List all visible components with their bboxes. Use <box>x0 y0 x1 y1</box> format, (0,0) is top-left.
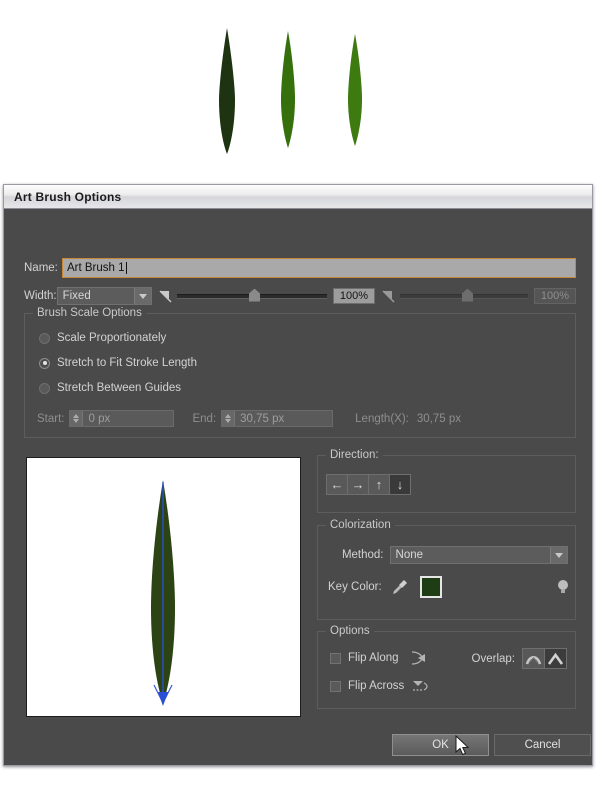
width-slider-secondary: 100% <box>381 288 576 304</box>
options-title: Options <box>326 625 374 637</box>
chevron-down-icon <box>550 547 567 563</box>
radio-icon <box>39 332 50 344</box>
key-color-row: Key Color: <box>328 576 570 598</box>
flip-along-label: Flip Along <box>348 652 399 664</box>
width-slider-knob-1[interactable] <box>249 288 260 302</box>
overlap-allow-icon <box>525 655 542 664</box>
checkbox-icon[interactable] <box>330 652 341 664</box>
ok-label: OK <box>432 739 449 751</box>
direction-right[interactable]: → <box>347 474 369 495</box>
method-label: Method: <box>341 549 384 561</box>
overlap-label: Overlap: <box>471 652 515 665</box>
brush-name-value: Art Brush 1 <box>67 262 125 274</box>
start-value: 0 px <box>88 412 111 425</box>
artboard <box>0 0 600 185</box>
width-slider-knob-2 <box>462 288 473 302</box>
width-select[interactable]: Fixed <box>56 287 152 305</box>
cancel-button[interactable]: Cancel <box>494 734 591 756</box>
lightbulb-icon[interactable] <box>556 578 570 596</box>
method-row: Method: None <box>328 546 568 564</box>
flip-along-row[interactable]: Flip Along <box>330 650 429 666</box>
leaf-medium <box>281 31 295 148</box>
direction-group: Direction: ← → ↑ ↓ <box>317 449 576 513</box>
width-slider-track-2 <box>400 288 528 302</box>
stroke-end-icon <box>382 290 395 303</box>
radio-icon <box>39 382 50 394</box>
start-input[interactable]: 0 px <box>69 410 175 427</box>
stroke-start-icon <box>159 290 172 303</box>
arrow-right-icon: → <box>351 477 365 492</box>
checkbox-icon[interactable] <box>330 680 341 692</box>
length-value: 30,75 px <box>416 412 461 425</box>
art-brush-options-dialog: Art Brush Options Name: Art Brush 1 Widt… <box>3 184 593 766</box>
radio-scale-proportionately[interactable]: Scale Proportionately <box>39 332 166 344</box>
flip-along-icon <box>411 651 425 665</box>
text-caret <box>125 262 127 274</box>
method-select[interactable]: None <box>389 546 568 564</box>
key-color-label: Key Color: <box>328 581 382 593</box>
brush-preview <box>26 457 301 717</box>
start-end-row: Start: 0 px End: 30,75 px Length(X): 30,… <box>37 410 461 427</box>
arrow-down-icon: ↓ <box>396 477 404 492</box>
width-slider-primary[interactable]: 100% <box>158 288 375 304</box>
direction-down[interactable]: ↓ <box>389 474 411 495</box>
width-label: Width: <box>24 290 57 302</box>
overlap-adjust[interactable] <box>544 648 567 669</box>
overlap-adjust-icon <box>547 652 564 665</box>
overlap-allow[interactable] <box>522 648 545 669</box>
direction-up[interactable]: ↑ <box>368 474 390 495</box>
brush-scale-options-group: Brush Scale Options Scale Proportionatel… <box>24 307 576 438</box>
stepper-icon[interactable] <box>70 411 84 426</box>
radio-label: Scale Proportionately <box>57 332 167 344</box>
preview-artwork <box>151 480 175 706</box>
arrow-left-icon: ← <box>330 477 344 492</box>
colorization-group: Colorization Method: None Key Color: <box>317 519 576 620</box>
mouse-cursor <box>455 735 470 756</box>
arrow-up-icon: ↑ <box>375 477 383 492</box>
width-select-value: Fixed <box>62 290 91 302</box>
direction-left[interactable]: ← <box>326 474 348 495</box>
flip-across-label: Flip Across <box>348 680 405 692</box>
radio-stretch-between-guides[interactable]: Stretch Between Guides <box>39 382 181 394</box>
radio-icon <box>39 357 50 369</box>
chevron-down-icon <box>134 288 151 304</box>
dialog-titlebar[interactable]: Art Brush Options <box>4 185 592 209</box>
key-color-swatch[interactable] <box>419 576 442 598</box>
radio-stretch-to-fit[interactable]: Stretch to Fit Stroke Length <box>39 357 197 369</box>
end-label: End: <box>192 412 217 425</box>
overlap-control: Overlap: <box>472 648 567 669</box>
start-label: Start: <box>37 412 65 425</box>
end-input[interactable]: 30,75 px <box>221 410 334 427</box>
leaf-dark <box>219 28 235 154</box>
flip-across-icon <box>413 681 428 691</box>
width-row: Width: Fixed 100% 100% <box>24 286 576 306</box>
cancel-label: Cancel <box>524 739 561 751</box>
width-value-2: 100% <box>534 288 576 304</box>
name-label: Name: <box>24 262 58 274</box>
method-select-value: None <box>395 549 424 561</box>
dialog-title: Art Brush Options <box>14 189 122 204</box>
name-row: Name: Art Brush 1 <box>24 257 576 279</box>
width-value-1[interactable]: 100% <box>333 288 375 304</box>
end-value: 30,75 px <box>240 412 285 425</box>
radio-label: Stretch to Fit Stroke Length <box>57 357 197 369</box>
flip-across-row[interactable]: Flip Across <box>330 678 430 694</box>
colorization-title: Colorization <box>326 519 395 531</box>
width-slider-track-1[interactable] <box>177 288 327 302</box>
stepper-icon[interactable] <box>222 411 236 426</box>
length-label: Length(X): <box>355 412 409 425</box>
brush-name-input[interactable]: Art Brush 1 <box>62 258 576 278</box>
options-group: Options Flip Along Flip Across Overlap: <box>317 625 576 709</box>
ok-button[interactable]: OK <box>392 734 489 756</box>
radio-label: Stretch Between Guides <box>57 382 182 394</box>
leaf-light <box>348 34 362 146</box>
direction-title: Direction: <box>326 449 383 461</box>
brush-scale-title: Brush Scale Options <box>33 307 146 319</box>
eyedropper-icon[interactable] <box>390 577 410 597</box>
